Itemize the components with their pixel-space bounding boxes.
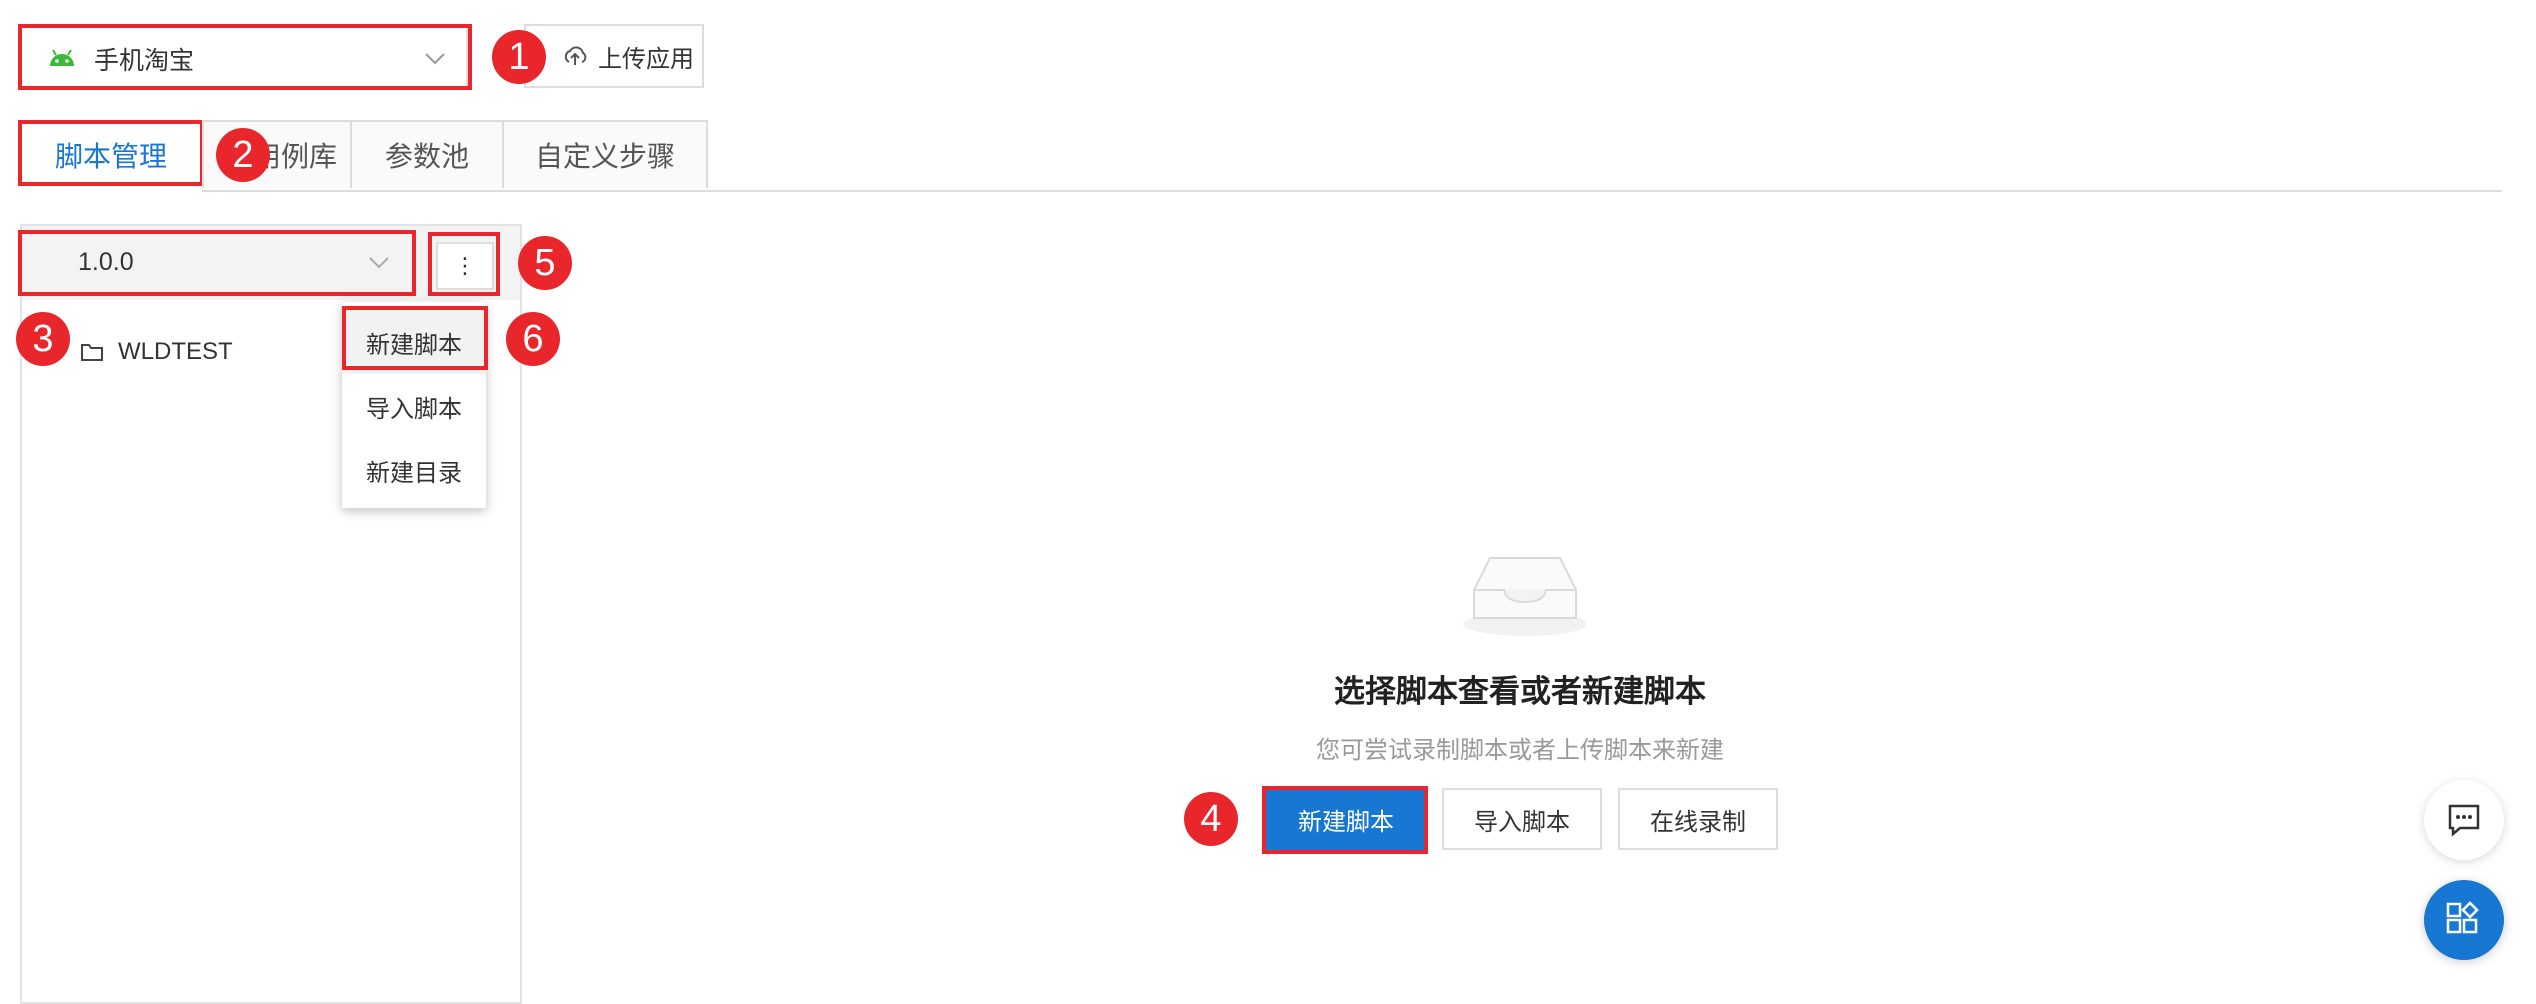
new-script-button[interactable]: 新建脚本 (1266, 788, 1426, 850)
version-select[interactable]: 1.0.0 (22, 234, 412, 292)
app-select-value: 手机淘宝 (94, 47, 195, 75)
annotation-badge-6: 6 (506, 312, 560, 366)
annotation-badge-5: 5 (518, 236, 572, 290)
tab-script-management[interactable]: 脚本管理 (20, 120, 202, 190)
folder-icon (81, 344, 103, 361)
version-select-value: 1.0.0 (78, 248, 134, 276)
chevron-down-icon (369, 257, 389, 269)
more-actions-button[interactable]: ⋮ (436, 242, 494, 290)
empty-state-subtitle: 您可尝试录制脚本或者上传脚本来新建 (1316, 737, 1724, 764)
upload-app-label: 上传应用 (598, 45, 694, 73)
annotation-badge-4: 4 (1184, 792, 1238, 846)
import-script-button[interactable]: 导入脚本 (1442, 788, 1602, 850)
android-icon (50, 49, 74, 66)
menu-item-new-script[interactable]: 新建脚本 (342, 310, 486, 374)
empty-state-title: 选择脚本查看或者新建脚本 (1334, 674, 1706, 709)
menu-item-new-folder[interactable]: 新建目录 (342, 438, 486, 502)
annotation-badge-2: 2 (216, 128, 270, 182)
online-record-button[interactable]: 在线录制 (1618, 788, 1778, 850)
chat-icon (2448, 804, 2480, 837)
tab-custom-steps[interactable]: 自定义步骤 (502, 120, 708, 188)
tree-item[interactable]: WLDTEST (80, 334, 233, 370)
annotation-badge-1: 1 (492, 30, 546, 84)
menu-item-import-script[interactable]: 导入脚本 (342, 374, 486, 438)
tab-param-pool[interactable]: 参数池 (350, 120, 504, 188)
annotation-badge-3: 3 (16, 312, 70, 366)
apps-icon (2446, 901, 2479, 934)
app-select[interactable]: 手机淘宝 (20, 26, 468, 88)
empty-inbox-icon (1463, 557, 1587, 636)
cloud-upload-icon (564, 46, 587, 65)
more-actions-menu: 新建脚本 导入脚本 新建目录 (342, 302, 486, 508)
tabs-baseline (202, 190, 2502, 192)
chat-floating-button[interactable] (2424, 780, 2504, 860)
apps-floating-button[interactable] (2424, 880, 2504, 960)
chevron-down-icon (425, 53, 445, 65)
tree-item-label: WLDTEST (118, 338, 233, 365)
upload-app-button[interactable]: 上传应用 (524, 24, 704, 88)
